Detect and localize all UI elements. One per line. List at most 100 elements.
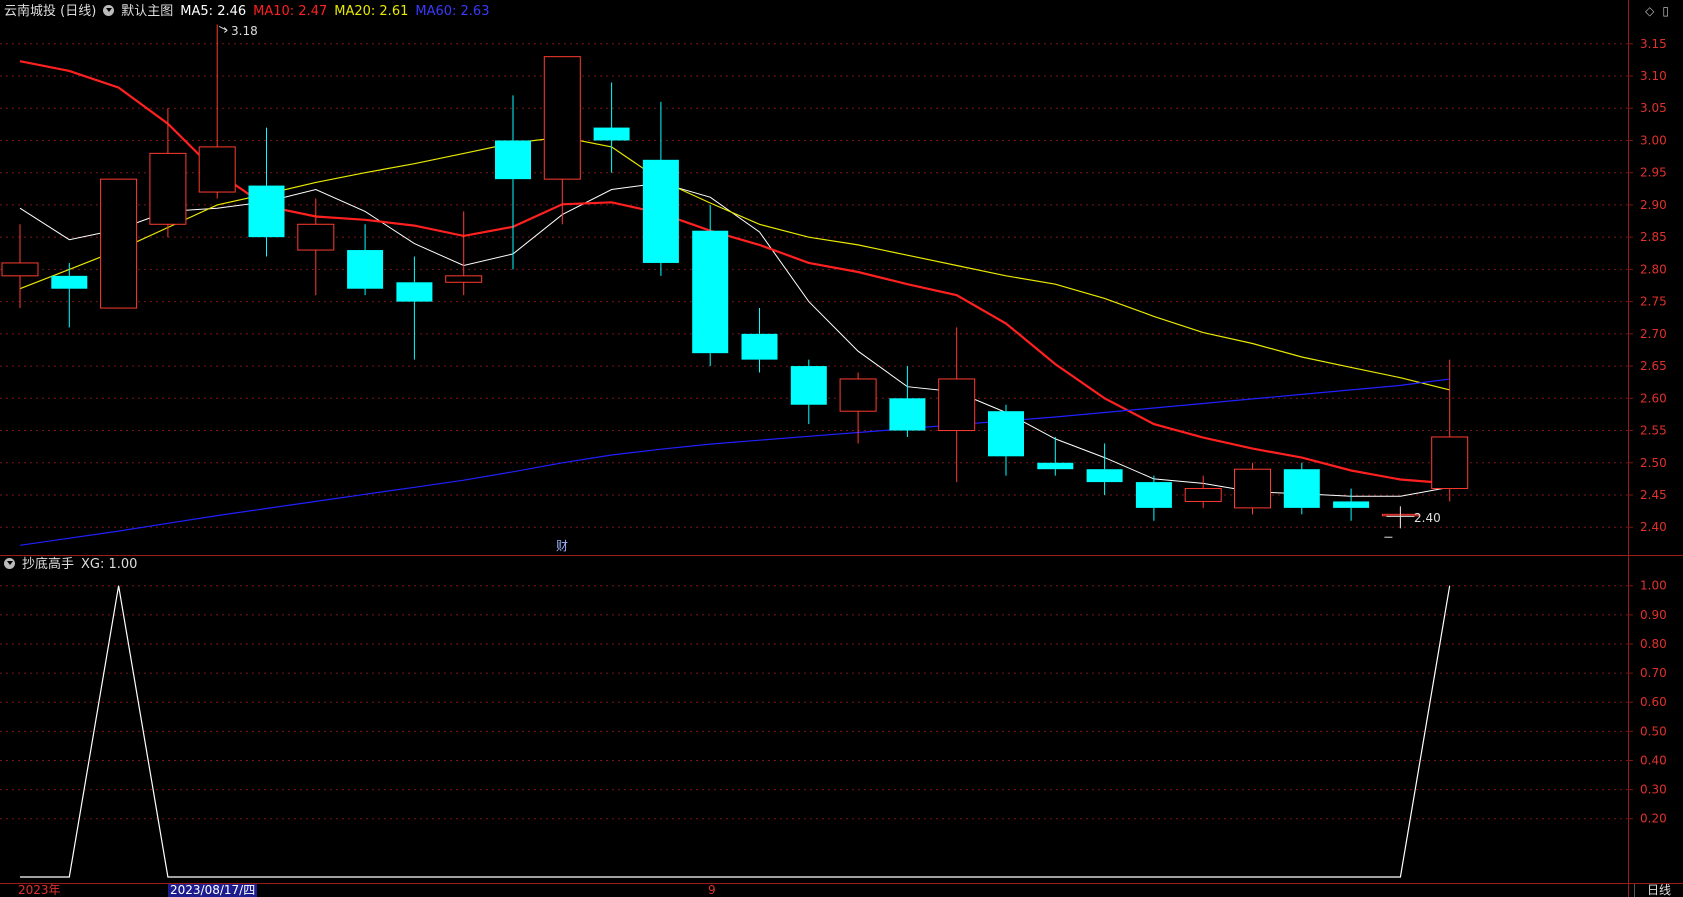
indicator-tick-label: 0.70 bbox=[1640, 666, 1667, 680]
indicator-tick-label: 1.00 bbox=[1640, 579, 1667, 593]
candle bbox=[543, 56, 581, 225]
indicator-tick-label: 0.50 bbox=[1640, 724, 1667, 738]
kline-chart-canvas[interactable]: 3.15 3.10 3.05 3.00 2.95 2.90 2.85 2.80 2.75 2.70… bbox=[0, 0, 1683, 897]
price-tick-label: 2.85 bbox=[1640, 230, 1667, 244]
candle bbox=[149, 108, 187, 238]
candle-body bbox=[1234, 468, 1271, 509]
ma20-value: MA20: 2.61 bbox=[334, 4, 409, 19]
candle-body bbox=[248, 185, 285, 238]
candle bbox=[396, 256, 433, 360]
ma10-line bbox=[19, 60, 1450, 485]
candle bbox=[642, 101, 679, 276]
finance-event-marker[interactable]: 财 bbox=[556, 539, 568, 553]
candle-body bbox=[642, 159, 679, 263]
candle-body bbox=[51, 275, 88, 289]
price-tick-label: 3.10 bbox=[1640, 69, 1667, 83]
indicator-header: 抄底高手 XG: 1.00 bbox=[4, 557, 144, 573]
indicator-tick-label: 0.20 bbox=[1640, 812, 1667, 826]
candle bbox=[198, 24, 236, 199]
template-name[interactable]: 默认主图 bbox=[121, 4, 173, 19]
price-tick-label: 2.90 bbox=[1640, 198, 1667, 212]
candle-body bbox=[1333, 501, 1370, 508]
price-tick-label: 2.80 bbox=[1640, 262, 1667, 276]
indicator-tick-label: 0.90 bbox=[1640, 608, 1667, 622]
price-tick-label: 2.60 bbox=[1640, 391, 1667, 405]
candle-body bbox=[1283, 469, 1320, 508]
candle-body bbox=[396, 282, 433, 302]
date-month-label: 9 bbox=[708, 883, 716, 897]
candle-body bbox=[988, 411, 1024, 457]
candle-body bbox=[495, 140, 531, 180]
candle bbox=[1184, 475, 1222, 508]
candle-body bbox=[1184, 488, 1222, 502]
candle-body bbox=[938, 378, 976, 432]
dropdown-icon[interactable] bbox=[103, 5, 115, 16]
indicator-value: XG: 1.00 bbox=[81, 557, 138, 572]
candle bbox=[100, 178, 138, 309]
indicator-tick-label: 0.80 bbox=[1640, 637, 1667, 651]
price-tick-label: 2.45 bbox=[1640, 488, 1667, 502]
stock-name[interactable]: 云南城投 (日线) bbox=[4, 4, 96, 19]
candle bbox=[1135, 475, 1172, 521]
window-controls: ◇ ▯ bbox=[1637, 4, 1669, 18]
date-axis: 2023年 2023/08/17/四 9 bbox=[0, 884, 1628, 897]
window-icon[interactable]: ▯ bbox=[1662, 4, 1669, 18]
price-tick-label: 2.40 bbox=[1640, 520, 1667, 534]
indicator-tick-label: 0.40 bbox=[1640, 753, 1667, 767]
ma10-value: MA10: 2.47 bbox=[253, 4, 328, 19]
grid-lines bbox=[0, 43, 1628, 820]
candle-body bbox=[445, 275, 483, 283]
panel-frames bbox=[0, 0, 1683, 897]
price-tick-label: 2.95 bbox=[1640, 166, 1667, 180]
candle-body bbox=[1431, 436, 1469, 490]
high-price-label: 3.18 bbox=[231, 24, 258, 38]
candle bbox=[1234, 462, 1271, 515]
indicator-label[interactable]: 抄底高手 bbox=[22, 557, 74, 572]
indicator-tick-label: 0.60 bbox=[1640, 695, 1667, 709]
candle bbox=[593, 82, 630, 173]
indicator-tick-label: 0.30 bbox=[1640, 783, 1667, 797]
high-pointer-arrow bbox=[218, 25, 228, 33]
candle-body bbox=[790, 366, 827, 405]
candle bbox=[741, 308, 778, 373]
candle bbox=[445, 211, 483, 296]
candle-body bbox=[347, 250, 384, 289]
candle-body bbox=[198, 146, 236, 193]
price-tick-label: 2.70 bbox=[1640, 327, 1667, 341]
price-tick-label: 2.65 bbox=[1640, 359, 1667, 373]
candle-body bbox=[1, 262, 39, 277]
price-tick-label: 2.75 bbox=[1640, 295, 1667, 309]
candle-body bbox=[297, 223, 335, 251]
candlesticks[interactable] bbox=[1, 24, 1469, 528]
candle-body bbox=[889, 398, 926, 431]
candle bbox=[1086, 443, 1123, 495]
candle bbox=[938, 327, 976, 483]
date-year-label: 2023年 bbox=[18, 883, 61, 897]
price-tick-label: 3.00 bbox=[1640, 133, 1667, 147]
candle-body bbox=[100, 178, 138, 309]
candle bbox=[988, 404, 1024, 476]
candle bbox=[692, 204, 729, 367]
candle-body bbox=[1086, 469, 1123, 483]
candle bbox=[1037, 436, 1074, 476]
ma5-value: MA5: 2.46 bbox=[180, 4, 247, 19]
candle-body bbox=[1037, 462, 1074, 470]
candle-body bbox=[692, 230, 729, 354]
period-tab-daily[interactable]: 日线 bbox=[1634, 884, 1683, 897]
candle bbox=[1283, 462, 1320, 515]
main-chart-header: 云南城投 (日线) 默认主图 MA5: 2.46 MA10: 2.47 MA20: 2.… bbox=[4, 4, 496, 20]
candle bbox=[1333, 488, 1370, 521]
candle bbox=[51, 262, 88, 328]
candle-body bbox=[839, 378, 877, 412]
price-tick-label: 2.50 bbox=[1640, 456, 1667, 470]
ma60-value: MA60: 2.63 bbox=[415, 4, 490, 19]
candle-body bbox=[149, 152, 187, 225]
candle bbox=[347, 224, 384, 296]
candle bbox=[889, 366, 926, 437]
low-price-label: 2.40 bbox=[1414, 511, 1441, 525]
candle-body bbox=[593, 127, 630, 141]
candle bbox=[790, 359, 827, 425]
dropdown-icon[interactable] bbox=[4, 558, 15, 569]
price-axis: 3.15 3.10 3.05 3.00 2.95 2.90 2.85 2.80 2.75 2.70… bbox=[1628, 37, 1667, 534]
diamond-icon[interactable]: ◇ bbox=[1645, 4, 1654, 18]
